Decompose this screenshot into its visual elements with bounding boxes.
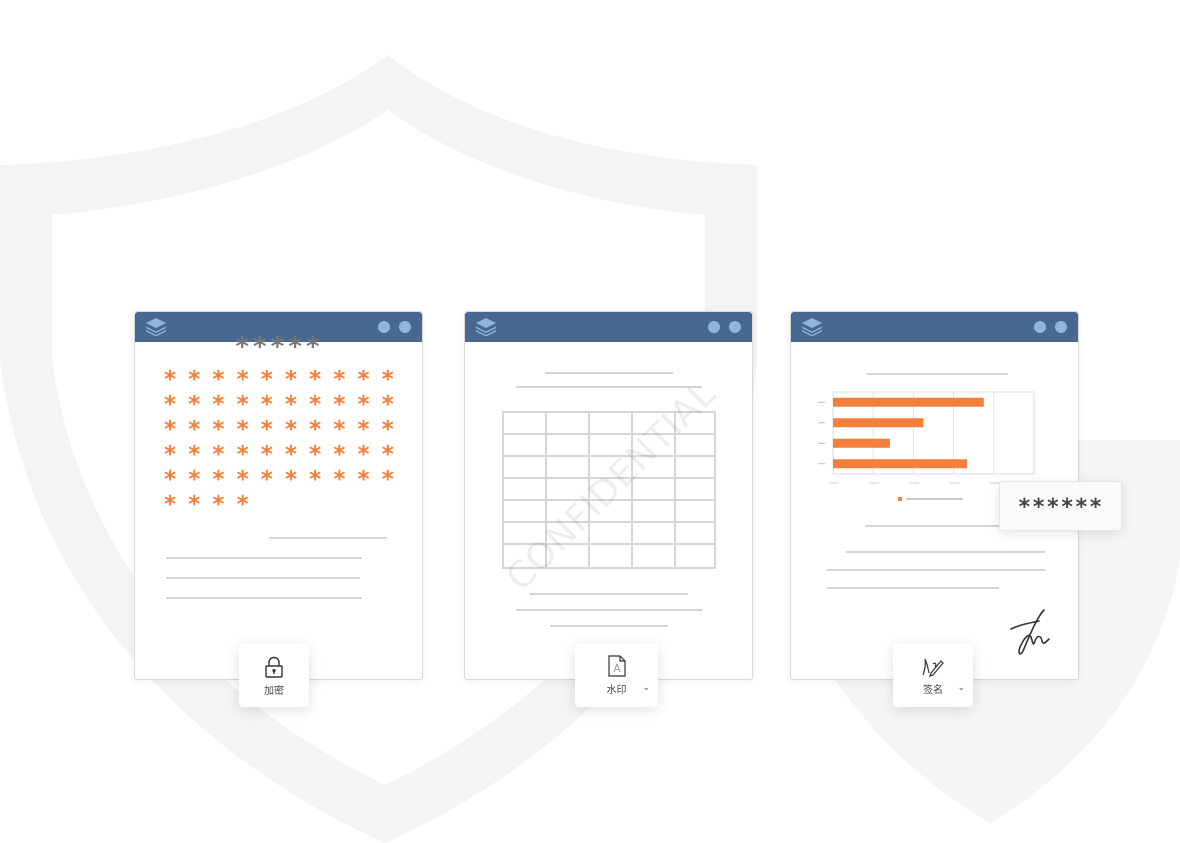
encrypted-char: * [164,467,177,493]
svg-text:A: A [613,662,621,675]
bar [833,418,924,428]
encrypted-content-grid: * * * * * * * * * * * * * * * * * * * * * * * * * * * * * * * * * * * * * * * *… [164,368,399,518]
encrypted-char: * [309,417,322,443]
encrypted-char: * [381,367,394,393]
encrypted-char: * [333,467,346,493]
chevron-down-icon[interactable]: ⌄ [642,683,650,693]
text-line [846,551,1045,553]
encrypted-char: * [284,367,297,393]
encrypted-char: * [357,367,370,393]
text-line [865,525,1001,527]
layers-logo-icon [476,318,496,336]
text-line [269,537,387,539]
encrypted-char: * [284,392,297,418]
encrypted-char: * [236,442,249,468]
text-line [867,373,1008,375]
window-button[interactable] [1034,321,1046,333]
encrypted-char: * [212,417,225,443]
text-line [166,557,362,559]
encrypted-char: * [333,417,346,443]
encrypted-char: * [333,392,346,418]
text-line [545,372,673,374]
encrypted-char: * [188,417,201,443]
encrypted-char: * [309,467,322,493]
chevron-down-icon[interactable]: ⌄ [957,683,965,693]
window-button[interactable] [708,321,720,333]
encrypted-char: * [333,367,346,393]
encrypted-char: * [260,467,273,493]
encrypted-char: * [212,392,225,418]
encrypted-char: * [188,367,201,393]
encrypted-char: * [309,367,322,393]
encrypted-char: * [260,417,273,443]
encrypted-char: * [333,442,346,468]
text-line [550,625,668,627]
encrypted-char: * [164,392,177,418]
text-line [166,577,360,579]
encrypted-char: * [381,442,394,468]
bar [833,397,984,407]
encrypted-char: * [357,417,370,443]
text-line [530,593,688,595]
encrypted-char: * [188,467,201,493]
encrypted-char: * [188,442,201,468]
encrypted-char: * [212,442,225,468]
encrypted-char: * [357,442,370,468]
password-popup: ****** [999,481,1122,531]
encrypted-char: * [284,417,297,443]
encrypted-char: * [164,367,177,393]
encrypted-char: * [236,417,249,443]
encrypted-char: * [309,442,322,468]
window-button[interactable] [729,321,741,333]
signature-pen-icon [922,658,944,677]
encrypted-char: * [212,467,225,493]
watermark-label: 水印 [606,685,627,696]
sign-label: 签名 [923,685,943,696]
encrypted-char: * [260,367,273,393]
encrypted-char: * [164,442,177,468]
encrypted-char: * [212,367,225,393]
encrypted-char: * [236,392,249,418]
layers-logo-icon [802,318,822,336]
encrypted-char: * [236,467,249,493]
window-titlebar [465,312,752,342]
encrypted-char: * [188,492,201,518]
legend-swatch [898,497,902,501]
encrypted-char: * [381,467,394,493]
bar [833,438,890,448]
encrypted-char: * [381,417,394,443]
encrypted-char: * [164,417,177,443]
encrypted-char: * [236,492,249,518]
encrypted-char: * [260,392,273,418]
encrypted-char: * [284,467,297,493]
text-line [166,597,362,599]
encrypt-document-window: ***** * * * * * * * * * * * * * * * * * * * * * * * * * * * * * * * * * *… [134,311,423,680]
watermark-button[interactable]: A 水印 ⌄ [575,644,658,707]
watermark-document-icon: A [607,655,626,677]
password-mask-title: ***** [234,332,323,362]
bar [833,459,967,469]
encrypted-char: * [164,492,177,518]
text-line [516,609,702,611]
encrypted-char: * [357,467,370,493]
encrypted-char: * [188,392,201,418]
encrypted-char: * [236,367,249,393]
encrypted-char: * [381,392,394,418]
lock-icon [265,656,283,678]
window-titlebar [791,312,1078,342]
text-line [827,587,999,589]
sign-button[interactable]: 签名 ⌄ [893,644,973,707]
encrypted-char: * [284,442,297,468]
text-line [516,386,702,388]
encrypted-char: * [357,392,370,418]
encrypted-char: * [309,392,322,418]
handwritten-signature [1010,609,1050,655]
watermark-document-window: CONFIDENTIAL [464,311,753,680]
encrypted-char: * [260,442,273,468]
text-line [827,569,1045,571]
encrypt-label: 加密 [264,686,284,697]
window-button[interactable] [1055,321,1067,333]
encrypted-char: * [212,492,225,518]
encrypt-button[interactable]: 加密 [239,644,309,707]
